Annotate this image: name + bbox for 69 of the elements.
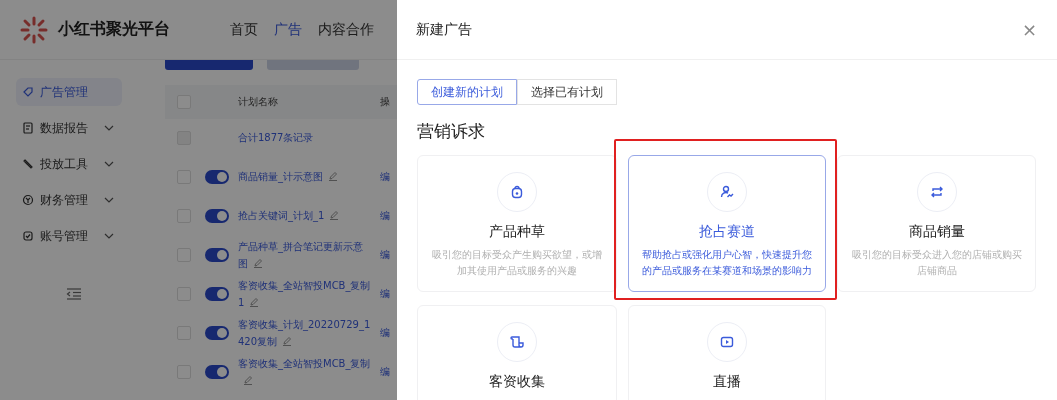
column-header: 计划名称 (238, 95, 279, 109)
plan-name-link[interactable]: 抢占关键词_计划_1 (238, 207, 372, 224)
pencil-icon[interactable] (249, 296, 260, 307)
segment-tab[interactable]: 创建新的计划 (417, 79, 517, 105)
option-card[interactable]: 客资收集 (417, 305, 617, 400)
toggle-switch[interactable] (205, 286, 229, 301)
bag-icon (510, 185, 524, 199)
check-icon (22, 230, 34, 242)
edit-link[interactable]: 编 (380, 247, 390, 262)
nav-tab[interactable]: 首页 (230, 20, 258, 39)
sidebar-item[interactable]: 财务管理 (16, 186, 122, 214)
toggle-switch[interactable] (205, 169, 229, 184)
doc-icon (22, 122, 34, 134)
play-icon (720, 335, 734, 349)
toggle-switch[interactable] (205, 208, 229, 223)
option-card[interactable]: 产品种草 吸引您的目标受众产生购买欲望，或增加其使用产品或服务的兴趣 (417, 155, 617, 292)
section-title: 营销诉求 (417, 120, 486, 143)
plan-name-link[interactable]: 客资收集_计划_20220729_1420复制 (238, 315, 372, 350)
toggle-switch[interactable] (205, 364, 229, 379)
pencil-icon[interactable] (243, 374, 253, 385)
option-card[interactable]: 直播 (628, 305, 826, 400)
plan-name-link[interactable]: 客资收集_全站智投MCB_复制 (238, 354, 372, 389)
toggle-switch[interactable] (205, 325, 229, 340)
pencil-icon[interactable] (253, 257, 263, 268)
card-title: 产品种草 (489, 223, 545, 241)
drawer-title: 新建广告 (416, 20, 472, 39)
coin-icon (22, 194, 34, 206)
card-title: 客资收集 (489, 373, 545, 391)
chevron-down-icon (104, 197, 114, 203)
collapse-icon[interactable] (66, 288, 82, 300)
card-description: 吸引您的目标受众产生购买欲望，或增加其使用产品或服务的兴趣 (431, 248, 603, 278)
nav-tab[interactable]: 广告 (274, 20, 302, 39)
pencil-icon[interactable] (328, 171, 338, 181)
plan-name-link[interactable]: 客资收集_全站智投MCB_复制1 (238, 276, 372, 311)
tag-icon (22, 86, 34, 98)
logo-icon (20, 15, 48, 44)
column-header: 操 (380, 95, 390, 109)
nav-tab[interactable]: 内容合作 (318, 20, 374, 39)
swap-icon (929, 185, 944, 199)
card-description: 吸引您的目标受众进入您的店铺或购买店铺商品 (850, 248, 1023, 278)
chevron-down-icon (104, 233, 114, 239)
user-trend-icon (720, 185, 734, 199)
pencil-icon[interactable] (329, 210, 340, 220)
option-card[interactable]: 抢占赛道 帮助抢占或强化用户心智，快速提升您的产品或服务在某赛道和场景的影响力 (628, 155, 826, 292)
edit-link[interactable]: 编 (380, 286, 390, 301)
sidebar-item[interactable]: 投放工具 (16, 150, 122, 178)
edit-link[interactable]: 编 (380, 364, 390, 379)
summary-text: 合计1877条记录 (238, 131, 315, 145)
close-button[interactable]: × (1021, 19, 1037, 40)
scroll-icon (510, 335, 524, 349)
plan-name-link[interactable]: 商品销量_计示意图 (238, 168, 372, 185)
toggle-switch[interactable] (205, 247, 229, 262)
sidebar-item[interactable]: 数据报告 (16, 114, 122, 142)
sidebar-item[interactable]: 广告管理 (16, 78, 122, 106)
segment-tab[interactable]: 选择已有计划 (517, 79, 617, 105)
edit-link[interactable]: 编 (380, 208, 390, 223)
chevron-down-icon (104, 161, 114, 167)
pencil-icon[interactable] (282, 335, 293, 346)
edit-link[interactable]: 编 (380, 169, 390, 184)
card-title: 抢占赛道 (699, 223, 755, 241)
option-card[interactable]: 商品销量 吸引您的目标受众进入您的店铺或购买店铺商品 (837, 155, 1036, 292)
card-title: 直播 (713, 373, 741, 391)
edit-link[interactable]: 编 (380, 325, 390, 340)
card-description: 帮助抢占或强化用户心智，快速提升您的产品或服务在某赛道和场景的影响力 (641, 248, 813, 278)
sidebar-item[interactable]: 账号管理 (16, 222, 122, 250)
card-title: 商品销量 (908, 223, 965, 241)
chevron-down-icon (104, 125, 114, 131)
plan-name-link[interactable]: 产品种草_拼合笔记更新示意图 (238, 237, 372, 272)
app-title: 小红书聚光平台 (58, 19, 170, 40)
